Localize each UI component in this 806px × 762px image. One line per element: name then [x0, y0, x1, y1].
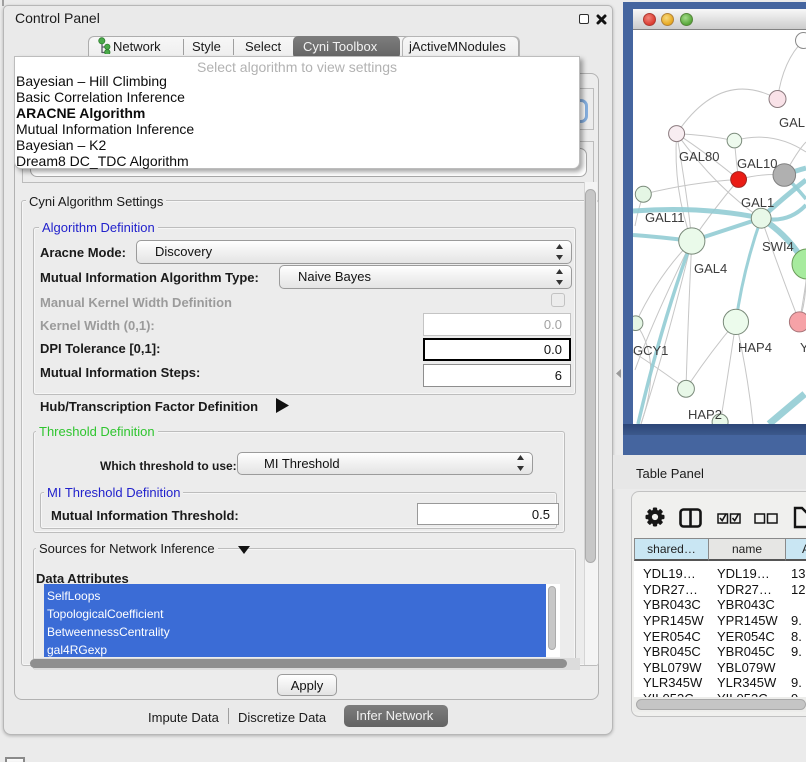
svg-text:GAL1: GAL1	[741, 195, 774, 210]
svg-text:HAP2: HAP2	[688, 407, 722, 422]
svg-text:GAL: GAL	[779, 115, 805, 130]
svg-text:GAL80: GAL80	[679, 149, 719, 164]
svg-text:SWI4: SWI4	[762, 239, 794, 254]
svg-text:GAL10: GAL10	[737, 156, 777, 171]
svg-text:GAL4: GAL4	[694, 261, 727, 276]
svg-text:Y: Y	[800, 340, 806, 355]
svg-text:GCY1: GCY1	[633, 343, 668, 358]
svg-text:HAP4: HAP4	[738, 340, 772, 355]
svg-text:GAL11: GAL11	[645, 210, 685, 225]
